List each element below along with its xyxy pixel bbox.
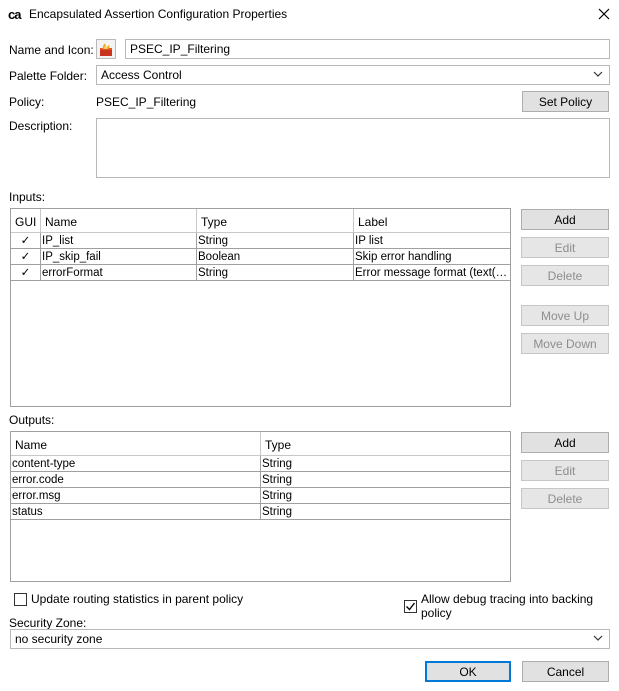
inputs-table-header: GUI Name Type Label [11, 209, 510, 233]
update-routing-option[interactable]: Update routing statistics in parent poli… [14, 592, 243, 606]
inputs-move-down-button[interactable]: Move Down [521, 333, 609, 354]
gui-check: ✓ [11, 233, 41, 248]
set-policy-button[interactable]: Set Policy [522, 91, 609, 112]
palette-folder-label: Palette Folder: [9, 69, 88, 83]
output-name: status [11, 504, 261, 519]
output-type: String [262, 458, 293, 470]
column-header-name[interactable]: Name [41, 209, 197, 232]
checkmark-icon [406, 602, 416, 611]
output-name: error.code [11, 472, 261, 487]
input-label: Error message format (text(d... [355, 267, 510, 279]
security-zone-select[interactable]: no security zone [10, 629, 610, 649]
column-header-label[interactable]: Label [354, 209, 510, 232]
table-row[interactable]: status String [11, 504, 510, 520]
palette-folder-select[interactable]: Access Control [96, 65, 610, 85]
table-row[interactable]: ✓ IP_skip_fail Boolean Skip error handli… [11, 249, 510, 265]
cancel-button[interactable]: Cancel [522, 661, 609, 682]
allow-debug-label: Allow debug tracing into backing policy [421, 592, 594, 620]
input-type: Boolean [197, 249, 354, 264]
table-row[interactable]: content-type String [11, 456, 510, 472]
security-zone-label: Security Zone: [9, 616, 87, 630]
input-type: String [197, 233, 354, 248]
update-routing-checkbox[interactable] [14, 592, 27, 606]
title-bar: ca Encapsulated Assertion Configuration … [0, 0, 619, 29]
input-label: Skip error handling [355, 251, 452, 263]
output-name: content-type [11, 456, 261, 471]
allow-debug-checkbox[interactable] [404, 599, 417, 613]
table-row[interactable]: ✓ errorFormat String Error message forma… [11, 265, 510, 281]
outputs-table[interactable]: Name Type content-type String error.code… [10, 431, 511, 582]
outputs-add-button[interactable]: Add [521, 432, 609, 453]
inputs-add-button[interactable]: Add [521, 209, 609, 230]
outputs-table-header: Name Type [11, 432, 510, 456]
column-header-type[interactable]: Type [197, 209, 354, 232]
table-row[interactable]: error.msg String [11, 488, 510, 504]
icon-picker-button[interactable] [96, 39, 116, 59]
chevron-down-icon [593, 71, 603, 77]
output-type: String [262, 474, 293, 486]
description-textarea[interactable] [96, 118, 610, 178]
inputs-delete-button[interactable]: Delete [521, 265, 609, 286]
input-type: String [197, 265, 354, 280]
close-button[interactable] [592, 4, 616, 24]
outputs-label: Outputs: [9, 413, 55, 427]
column-header-name[interactable]: Name [11, 432, 261, 455]
description-label: Description: [9, 119, 73, 133]
inputs-move-up-button[interactable]: Move Up [521, 305, 609, 326]
policy-value: PSEC_IP_Filtering [96, 95, 197, 109]
ok-button[interactable]: OK [425, 661, 511, 682]
output-type: String [262, 506, 293, 518]
column-header-type[interactable]: Type [261, 432, 510, 455]
chevron-down-icon [593, 635, 603, 641]
table-row[interactable]: ✓ IP_list String IP list [11, 233, 510, 249]
palette-folder-value: Access Control [101, 68, 182, 82]
gui-check: ✓ [11, 265, 41, 280]
input-name: IP_list [41, 233, 197, 248]
policy-label: Policy: [9, 95, 45, 109]
allow-debug-option[interactable]: Allow debug tracing into backing policy [404, 592, 619, 620]
window-title: Encapsulated Assertion Configuration Pro… [29, 7, 288, 21]
input-label: IP list [355, 235, 383, 247]
gui-check: ✓ [11, 249, 41, 264]
app-logo: ca [8, 7, 22, 22]
security-zone-value: no security zone [15, 632, 103, 646]
inputs-edit-button[interactable]: Edit [521, 237, 609, 258]
outputs-delete-button[interactable]: Delete [521, 488, 609, 509]
input-name: IP_skip_fail [41, 249, 197, 264]
name-icon-label: Name and Icon: [9, 43, 94, 57]
inputs-label: Inputs: [9, 190, 46, 204]
output-type: String [262, 490, 293, 502]
input-name: errorFormat [41, 265, 197, 280]
inputs-table[interactable]: GUI Name Type Label ✓ IP_list String IP … [10, 208, 511, 407]
output-name: error.msg [11, 488, 261, 503]
update-routing-label: Update routing statistics in parent poli… [31, 592, 244, 606]
outputs-edit-button[interactable]: Edit [521, 460, 609, 481]
flame-icon [100, 43, 112, 56]
column-header-gui[interactable]: GUI [11, 209, 41, 232]
table-row[interactable]: error.code String [11, 472, 510, 488]
name-field[interactable]: PSEC_IP_Filtering [125, 39, 610, 59]
close-icon [598, 8, 610, 20]
